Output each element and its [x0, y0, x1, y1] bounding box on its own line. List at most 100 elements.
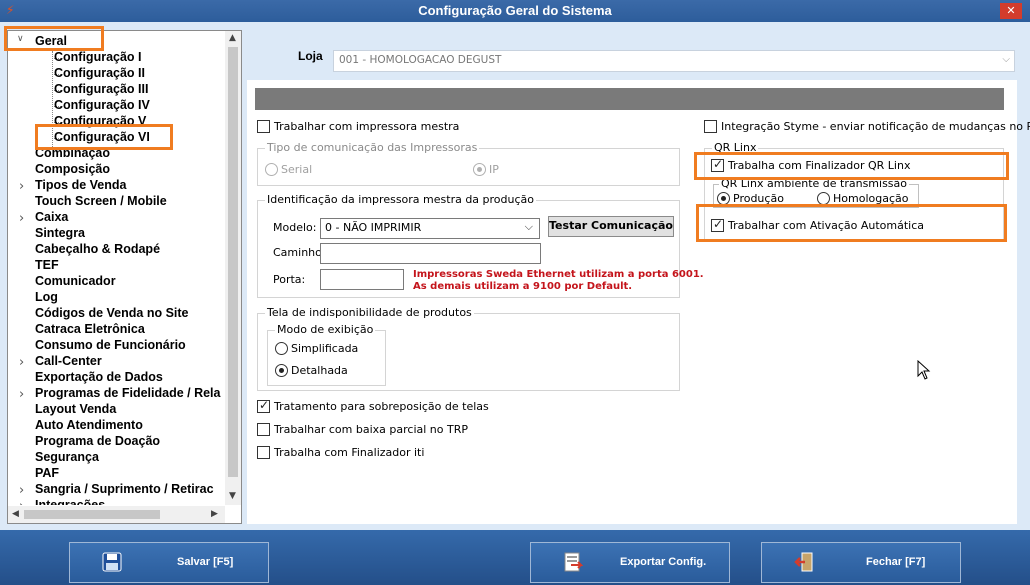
finalizador-iti-checkbox[interactable]: Trabalha com Finalizador iti: [257, 446, 424, 459]
tree-item[interactable]: PAF: [35, 465, 59, 481]
radio-circle[interactable]: [473, 163, 486, 176]
radio-circle[interactable]: [717, 192, 730, 205]
porta-input[interactable]: [320, 269, 404, 290]
tree-item[interactable]: Tipos de Venda: [35, 177, 126, 193]
finalizador-qr-linx-checkbox[interactable]: Trabalha com Finalizador QR Linx: [711, 157, 910, 172]
homologacao-radio[interactable]: Homologação: [817, 192, 908, 205]
modo-exibicao-group: Modo de exibição Simplificada Detalhada: [267, 323, 386, 386]
tree-item[interactable]: Configuração IV: [54, 97, 150, 113]
tree-item[interactable]: Configuração V: [54, 113, 146, 129]
export-config-label: Exportar Config.: [620, 556, 707, 568]
checkbox-box[interactable]: [711, 217, 724, 232]
identificacao-group: Identificação da impressora mestra da pr…: [257, 193, 704, 298]
save-button[interactable]: Salvar [F5]: [69, 542, 269, 583]
chevron-right-icon[interactable]: ›: [19, 387, 24, 402]
serial-radio[interactable]: Serial: [265, 163, 312, 176]
scroll-left-icon[interactable]: ◀: [12, 509, 19, 519]
caminho-input[interactable]: [320, 243, 541, 264]
chevron-right-icon[interactable]: ›: [19, 483, 24, 498]
tree-item[interactable]: Caixa: [35, 209, 68, 225]
scroll-thumb[interactable]: [228, 47, 238, 477]
chevron-right-icon[interactable]: ›: [19, 355, 24, 370]
config-tree[interactable]: Geral ∨ Configuração I Configuração II Confi…: [7, 30, 242, 524]
scroll-down-icon[interactable]: ▼: [229, 491, 236, 501]
tree-item[interactable]: Comunicador: [35, 273, 116, 289]
ip-radio[interactable]: IP: [473, 163, 499, 176]
tree-item[interactable]: Programa de Doação: [35, 433, 160, 449]
checkbox-box[interactable]: [257, 446, 270, 459]
tree-item[interactable]: Programas de Fidelidade / Rela: [35, 385, 220, 401]
chevron-down-icon[interactable]: ∨: [17, 34, 24, 44]
tree-item[interactable]: Integrações: [35, 497, 105, 505]
chevron-right-icon[interactable]: ›: [19, 179, 24, 194]
floppy-disk-icon: [102, 552, 122, 572]
radio-circle[interactable]: [275, 342, 288, 355]
checkbox-box[interactable]: [711, 157, 724, 172]
checkbox-box[interactable]: [257, 423, 270, 436]
scroll-up-icon[interactable]: ▲: [229, 33, 236, 43]
radio-circle[interactable]: [265, 163, 278, 176]
export-config-button[interactable]: Exportar Config.: [530, 542, 730, 583]
tree-item[interactable]: Call-Center: [35, 353, 102, 369]
chevron-right-icon[interactable]: ›: [19, 499, 24, 505]
tree-item[interactable]: Touch Screen / Mobile: [35, 193, 167, 209]
tree-item[interactable]: Geral: [35, 33, 67, 49]
close-button[interactable]: Fechar [F7]: [761, 542, 961, 583]
tree-item[interactable]: Exportação de Dados: [35, 369, 163, 385]
styme-checkbox[interactable]: Integração Styme - enviar notificação de…: [704, 120, 1030, 133]
modelo-value: 0 - NÃO IMPRIMIR: [325, 221, 422, 234]
tree-item[interactable]: Códigos de Venda no Site: [35, 305, 189, 321]
tree-item[interactable]: Layout Venda: [35, 401, 116, 417]
scroll-thumb[interactable]: [24, 510, 160, 519]
tree-item[interactable]: Composição: [35, 161, 110, 177]
detalhada-label: Detalhada: [291, 364, 348, 377]
tree-item[interactable]: TEF: [35, 257, 59, 273]
tree-item[interactable]: Configuração III: [54, 81, 148, 97]
tree-item[interactable]: Cabeçalho & Rodapé: [35, 241, 160, 257]
producao-label: Produção: [733, 192, 784, 205]
tree-item[interactable]: Catraca Eletrônica: [35, 321, 145, 337]
tree-item[interactable]: Configuração II: [54, 65, 145, 81]
tree-item[interactable]: Segurança: [35, 449, 99, 465]
sobreposicao-checkbox[interactable]: Tratamento para sobreposição de telas: [257, 398, 489, 413]
checkbox-box[interactable]: [704, 120, 717, 133]
caminho-label: Caminho:: [273, 246, 326, 259]
tree-item[interactable]: Consumo de Funcionário: [35, 337, 186, 353]
checkbox-box[interactable]: [257, 120, 270, 133]
ambiente-legend: QR Linx ambiente de transmissão: [719, 177, 910, 190]
tree-item[interactable]: Log: [35, 289, 58, 305]
tree-vertical-scrollbar[interactable]: ▲ ▼: [225, 31, 241, 505]
ativacao-automatica-checkbox[interactable]: Trabalhar com Ativação Automática: [711, 217, 924, 232]
modelo-label: Modelo:: [273, 221, 317, 234]
close-window-button[interactable]: ✕: [1000, 3, 1022, 19]
identificacao-legend: Identificação da impressora mestra da pr…: [265, 193, 537, 206]
panel-header-bar: [255, 88, 1004, 110]
loja-select[interactable]: 001 - HOMOLOGACAO DEGUST ⌵: [333, 50, 1015, 72]
tree-horizontal-scrollbar[interactable]: ◀ ▶: [8, 506, 225, 523]
baixa-parcial-checkbox[interactable]: Trabalhar com baixa parcial no TRP: [257, 423, 468, 436]
scroll-right-icon[interactable]: ▶: [211, 509, 218, 519]
tree-item[interactable]: Configuração VI: [54, 129, 150, 145]
impressora-mestra-checkbox[interactable]: Trabalhar com impressora mestra: [257, 120, 459, 133]
tree-item[interactable]: Configuração I: [54, 49, 142, 65]
tree-item[interactable]: Sintegra: [35, 225, 85, 241]
ip-label: IP: [489, 163, 499, 176]
tipo-comunicacao-group: Tipo de comunicação das Impressoras Seri…: [257, 141, 680, 186]
producao-radio[interactable]: Produção: [717, 192, 784, 205]
loja-value: 001 - HOMOLOGACAO DEGUST: [339, 54, 502, 66]
tree-item[interactable]: Combinação: [35, 145, 110, 161]
modelo-select[interactable]: 0 - NÃO IMPRIMIR ⌵: [320, 218, 540, 239]
detalhada-radio[interactable]: Detalhada: [275, 364, 348, 377]
sobreposicao-label: Tratamento para sobreposição de telas: [274, 400, 489, 413]
testar-comunicacao-button[interactable]: Testar Comunicação: [548, 216, 674, 237]
tree-item[interactable]: Sangria / Suprimento / Retirac: [35, 481, 214, 497]
tree-item[interactable]: Auto Atendimento: [35, 417, 143, 433]
simplificada-radio[interactable]: Simplificada: [275, 342, 358, 355]
radio-circle[interactable]: [817, 192, 830, 205]
mouse-cursor-icon: [917, 360, 931, 380]
chevron-right-icon[interactable]: ›: [19, 211, 24, 226]
indisponibilidade-group: Tela de indisponibilidade de produtos Mo…: [257, 306, 680, 391]
checkbox-box[interactable]: [257, 398, 270, 413]
settings-panel: Trabalhar com impressora mestra Tipo de …: [247, 80, 1030, 524]
radio-circle[interactable]: [275, 364, 288, 377]
